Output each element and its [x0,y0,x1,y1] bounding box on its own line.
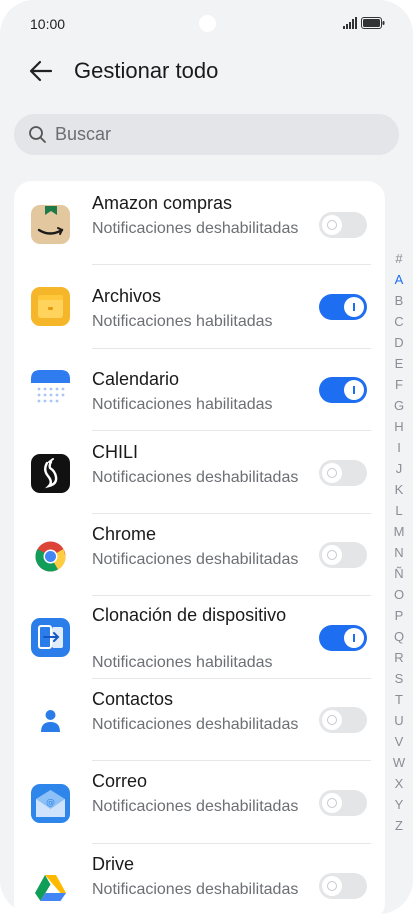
index-letter[interactable]: Ñ [390,563,408,584]
device-clone-icon [31,618,70,657]
chrome-icon [35,541,66,572]
app-status: Notificaciones habilitadas [92,654,273,671]
phone-screen: 10:00 Gestionar todo Buscar Amazon compr… [0,0,413,914]
alphabet-index: # A B C D E F G H I J K L M N Ñ O P Q R S T U V W X Y Z [390,248,408,836]
header: Gestionar todo [0,46,413,96]
index-letter[interactable]: R [390,647,408,668]
notifications-toggle[interactable] [319,707,367,733]
notifications-toggle[interactable] [319,294,367,320]
index-letter[interactable]: B [390,290,408,311]
signal-icon [343,17,357,29]
contacts-icon [31,702,70,741]
index-letter[interactable]: T [390,689,408,710]
files-icon [31,287,70,326]
search-bar[interactable] [14,114,399,155]
index-letter[interactable]: E [390,353,408,374]
app-status: Notificaciones deshabilitadas [92,469,299,486]
app-row-chili[interactable]: CHILI Notificaciones deshabilitadas [14,431,385,514]
notifications-toggle[interactable] [319,460,367,486]
status-time: 10:00 [30,16,66,32]
app-name: Clonación de dispositivo [92,605,287,625]
index-letter[interactable]: H [390,416,408,437]
app-list: Amazon compras Notificaciones deshabilit… [14,181,385,914]
index-letter[interactable]: L [390,500,408,521]
search-input[interactable] [55,114,385,155]
index-letter[interactable]: D [390,332,408,353]
index-letter[interactable]: U [390,710,408,731]
app-status: Notificaciones deshabilitadas [92,220,299,237]
index-letter[interactable]: K [390,479,408,500]
index-letter[interactable]: Q [390,626,408,647]
index-letter[interactable]: O [390,584,408,605]
index-letter[interactable]: X [390,773,408,794]
index-letter[interactable]: N [390,542,408,563]
app-name: CHILI [92,442,139,462]
app-name: Chrome [92,524,157,544]
notifications-toggle[interactable] [319,625,367,651]
app-name: Calendario [92,369,180,389]
svg-text:@: @ [46,798,55,808]
app-row-correo[interactable]: @ Correo Notificaciones deshabilitadas [14,761,385,844]
search-icon [29,126,46,143]
app-name: Drive [92,854,135,874]
app-status: Notificaciones deshabilitadas [92,881,299,898]
index-letter[interactable]: W [390,752,408,773]
index-letter[interactable]: F [390,374,408,395]
chili-icon [31,454,70,493]
app-status: Notificaciones deshabilitadas [92,716,299,733]
index-letter[interactable]: Y [390,794,408,815]
notifications-toggle[interactable] [319,542,367,568]
app-row-drive[interactable]: Drive Notificaciones deshabilitadas [14,844,385,914]
drive-icon [35,875,66,901]
index-letter[interactable]: V [390,731,408,752]
battery-icon [361,17,385,29]
index-letter[interactable]: S [390,668,408,689]
index-letter[interactable]: J [390,458,408,479]
index-letter[interactable]: A [390,269,408,290]
app-status: Notificaciones habilitadas [92,396,273,413]
status-bar: 10:00 [0,0,413,46]
app-status: Notificaciones deshabilitadas [92,798,299,815]
page-title: Gestionar todo [74,58,219,83]
app-row-amazon-compras[interactable]: Amazon compras Notificaciones deshabilit… [14,181,385,265]
app-name: Correo [92,771,148,791]
amazon-icon [31,205,70,244]
app-row-contactos[interactable]: Contactos Notificaciones deshabilitadas [14,679,385,761]
notifications-toggle[interactable] [319,873,367,899]
app-row-calendario[interactable]: Calendario Notificaciones habilitadas [14,349,385,431]
index-letter[interactable]: I [390,437,408,458]
camera-cutout [199,15,216,32]
app-name: Archivos [92,286,162,306]
index-letter[interactable]: G [390,395,408,416]
calendar-icon [31,370,70,409]
app-status: Notificaciones habilitadas [92,313,273,330]
mail-icon: @ [31,784,70,823]
index-letter[interactable]: C [390,311,408,332]
app-name: Contactos [92,689,174,709]
app-status: Notificaciones deshabilitadas [92,551,299,568]
index-letter[interactable]: P [390,605,408,626]
notifications-toggle[interactable] [319,212,367,238]
index-letter[interactable]: # [390,248,408,269]
app-row-chrome[interactable]: Chrome Notificaciones deshabilitadas [14,514,385,596]
back-arrow-icon[interactable] [26,56,56,86]
notifications-toggle[interactable] [319,377,367,403]
notifications-toggle[interactable] [319,790,367,816]
app-row-clonacion-de-dispositivo[interactable]: Clonación de dispositivo Notificaciones … [14,596,385,679]
app-row-archivos[interactable]: Archivos Notificaciones habilitadas [14,265,385,349]
index-letter[interactable]: M [390,521,408,542]
app-name: Amazon compras [92,193,233,213]
index-letter[interactable]: Z [390,815,408,836]
